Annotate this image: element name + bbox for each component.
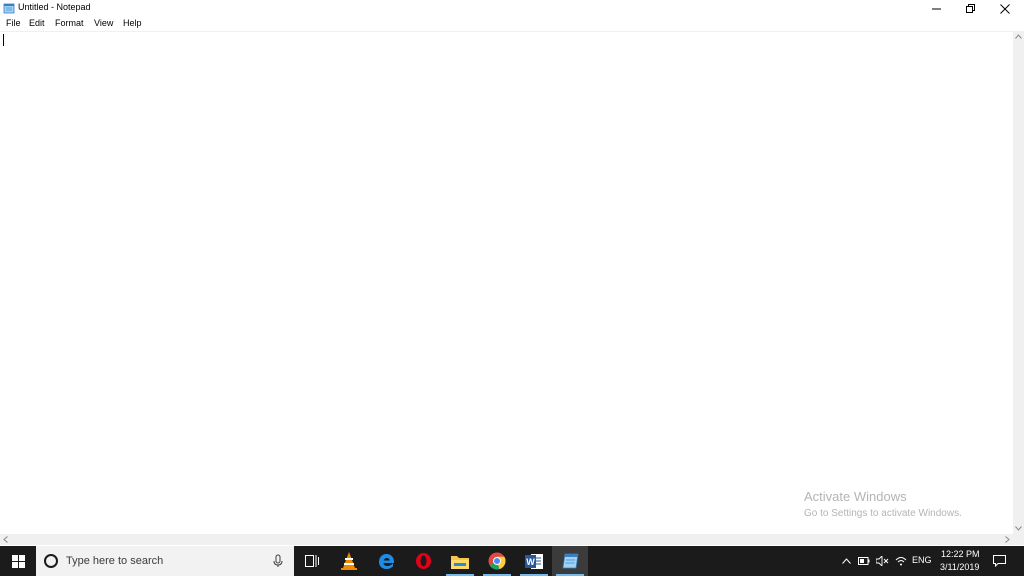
search-placeholder: Type here to search — [66, 555, 164, 567]
scroll-left-button[interactable] — [0, 534, 11, 545]
restore-button[interactable] — [954, 0, 988, 17]
volume-muted-icon — [875, 556, 888, 566]
chevron-right-icon — [1005, 536, 1010, 543]
task-view-icon — [305, 555, 319, 567]
chevron-left-icon — [3, 536, 8, 543]
word-icon: W — [525, 553, 543, 569]
vlc-icon — [341, 552, 357, 570]
microphone-icon[interactable] — [272, 554, 284, 568]
horizontal-scrollbar[interactable] — [0, 534, 1013, 545]
notification-icon — [992, 555, 1006, 567]
taskbar: Type here to search W ENG 12:22 PM 3/11/… — [0, 546, 1024, 576]
opera-icon — [415, 553, 431, 569]
show-hidden-icons-button[interactable] — [838, 546, 854, 576]
battery-icon — [858, 557, 870, 565]
title-bar[interactable]: Untitled - Notepad — [0, 0, 1024, 17]
text-editor[interactable]: Activate Windows Go to Settings to activ… — [0, 31, 1013, 534]
window-title: Untitled - Notepad — [18, 2, 91, 12]
taskbar-vlc[interactable] — [331, 546, 367, 576]
taskbar-opera[interactable] — [405, 546, 441, 576]
chevron-down-icon — [1015, 526, 1022, 531]
notepad-icon — [3, 3, 15, 14]
activate-windows-title: Activate Windows — [804, 489, 907, 504]
scrollbar-corner — [1013, 534, 1024, 545]
taskbar-edge[interactable] — [368, 546, 404, 576]
network-button[interactable] — [893, 546, 909, 576]
taskbar-search[interactable]: Type here to search — [36, 546, 294, 576]
clock-time[interactable]: 12:22 PM — [941, 549, 980, 559]
chevron-up-icon — [841, 558, 851, 564]
menu-file[interactable]: File — [6, 18, 21, 28]
text-caret — [3, 34, 4, 46]
chrome-icon — [488, 552, 506, 570]
windows-logo-icon — [11, 554, 25, 568]
taskbar-notepad[interactable] — [552, 546, 588, 576]
restore-icon — [966, 3, 975, 13]
menu-help[interactable]: Help — [123, 18, 142, 28]
minimize-icon — [932, 8, 941, 9]
edge-icon — [378, 553, 394, 569]
taskbar-chrome[interactable] — [479, 546, 515, 576]
vertical-scrollbar[interactable] — [1013, 31, 1024, 534]
minimize-button[interactable] — [920, 0, 954, 17]
notepad-icon — [562, 553, 578, 569]
file-explorer-icon — [451, 555, 469, 569]
close-button[interactable] — [988, 0, 1022, 17]
menu-bar: File Edit Format View Help — [0, 17, 1024, 31]
taskbar-file-explorer[interactable] — [442, 546, 478, 576]
battery-button[interactable] — [856, 546, 872, 576]
taskbar-word[interactable]: W — [516, 546, 552, 576]
wifi-icon — [895, 557, 907, 566]
action-center-button[interactable] — [988, 546, 1010, 576]
menu-format[interactable]: Format — [55, 18, 84, 28]
menu-view[interactable]: View — [94, 18, 113, 28]
menu-edit[interactable]: Edit — [29, 18, 45, 28]
activate-windows-subtitle: Go to Settings to activate Windows. — [804, 508, 962, 519]
close-icon — [1000, 3, 1010, 14]
clock-date[interactable]: 3/11/2019 — [940, 562, 979, 572]
task-view-button[interactable] — [294, 546, 330, 576]
svg-text:W: W — [526, 557, 535, 567]
start-button[interactable] — [0, 546, 36, 576]
input-language[interactable]: ENG — [912, 555, 932, 565]
scroll-up-button[interactable] — [1013, 31, 1024, 42]
volume-button[interactable] — [874, 546, 890, 576]
notepad-window: Untitled - Notepad File Edit Format View… — [0, 0, 1024, 576]
chevron-up-icon — [1015, 34, 1022, 39]
scroll-down-button[interactable] — [1013, 523, 1024, 534]
cortana-icon — [44, 554, 58, 568]
scroll-right-button[interactable] — [1002, 534, 1013, 545]
